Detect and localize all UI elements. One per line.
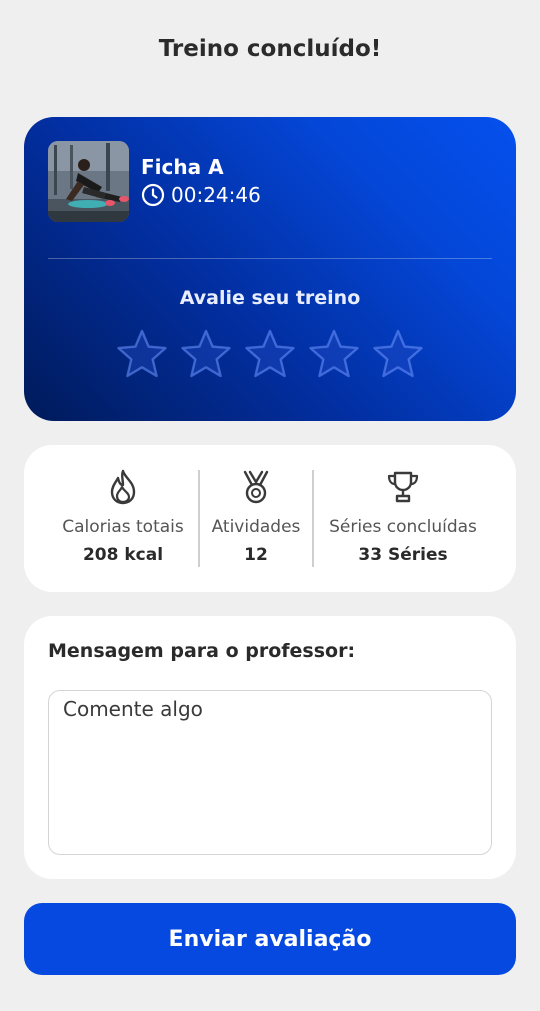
workout-stats: Calorias totais 208 kcal Atividades 12 S…	[24, 445, 516, 592]
stat-label: Séries concluídas	[329, 517, 477, 537]
message-card: Mensagem para o professor:	[24, 616, 516, 879]
divider	[48, 258, 492, 259]
rating-label: Avalie seu treino	[179, 287, 361, 309]
flame-icon	[48, 469, 198, 505]
star-3-icon[interactable]	[243, 327, 297, 381]
submit-rating-button[interactable]: Enviar avaliação	[24, 903, 516, 975]
star-rating	[24, 327, 516, 381]
workout-summary-card: Ficha A 00:24:46 Avalie seu treino	[24, 117, 516, 421]
stat-value: 33 Séries	[358, 545, 448, 565]
duration-text: 00:24:46	[171, 183, 261, 207]
clock-icon	[141, 183, 165, 207]
workout-thumbnail	[48, 141, 129, 222]
medal-icon	[200, 469, 312, 505]
stat-value: 12	[244, 545, 268, 565]
star-5-icon[interactable]	[371, 327, 425, 381]
stat-series: Séries concluídas 33 Séries	[314, 469, 492, 567]
page-title: Treino concluído!	[158, 36, 382, 62]
stat-activities: Atividades 12	[200, 469, 312, 567]
trophy-icon	[314, 469, 492, 505]
workout-name: Ficha A	[141, 155, 224, 179]
star-4-icon[interactable]	[307, 327, 361, 381]
stat-calories: Calorias totais 208 kcal	[48, 469, 198, 567]
star-2-icon[interactable]	[179, 327, 233, 381]
star-1-icon[interactable]	[115, 327, 169, 381]
stat-value: 208 kcal	[82, 545, 164, 565]
stat-label: Calorias totais	[62, 517, 184, 537]
message-title: Mensagem para o professor:	[48, 640, 356, 662]
workout-duration: 00:24:46	[141, 183, 261, 207]
stat-label: Atividades	[211, 517, 301, 537]
message-input[interactable]	[48, 690, 492, 855]
